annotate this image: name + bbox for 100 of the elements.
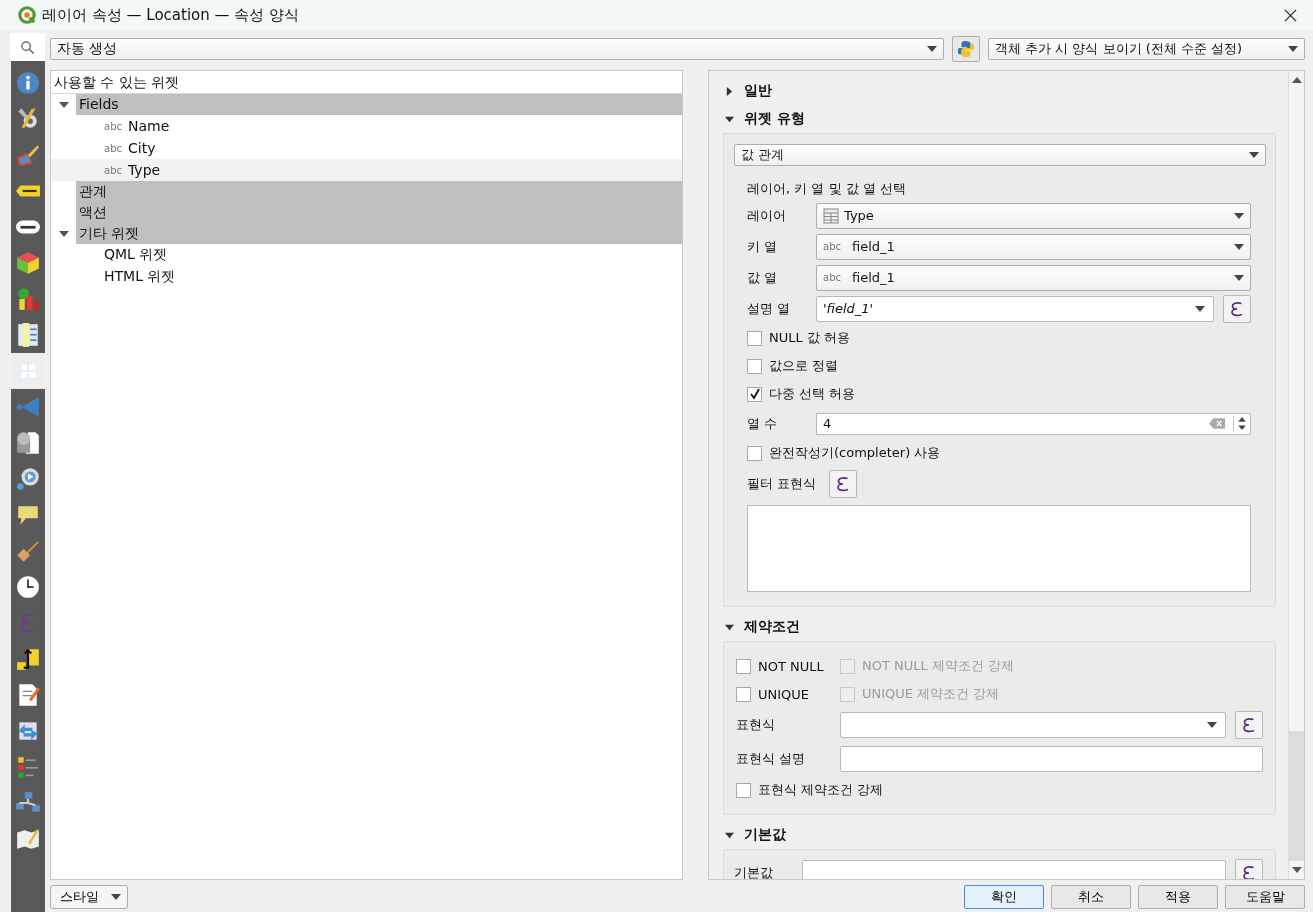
spin-box[interactable]: 4: [816, 412, 1251, 435]
expression-button[interactable]: [829, 470, 858, 498]
chart-icon: [15, 286, 41, 312]
expression-button[interactable]: [1223, 294, 1251, 323]
tree-item-label: City: [128, 140, 156, 156]
legend-icon: [15, 754, 41, 780]
checkbox-label: 완전작성기(completer) 사용: [769, 444, 941, 462]
expression-button[interactable]: [1235, 859, 1263, 879]
checkbox-label: 표현식 제약조건 강제: [758, 781, 884, 799]
form-mode-dropdown[interactable]: 자동 생성: [50, 38, 944, 60]
dialog-button[interactable]: 확인: [964, 885, 1044, 909]
checkbox-label: NOT NULL 제약조건 강제: [862, 657, 1015, 675]
search-icon: [20, 39, 35, 55]
snake-logo-icon: [957, 40, 975, 58]
expand-arrow-icon[interactable]: [725, 830, 734, 840]
triangle-icon: [15, 394, 41, 420]
checkbox-label: 다중 선택 허용: [769, 385, 856, 403]
section-title[interactable]: 일반: [744, 82, 772, 100]
scrollbar[interactable]: [1288, 71, 1304, 879]
tree-item[interactable]: abc City: [51, 137, 682, 159]
checkbox-label: NULL 값 허용: [769, 329, 850, 347]
checkbox[interactable]: [747, 330, 762, 346]
tree-item[interactable]: abc Type: [51, 159, 682, 181]
checkbox-label: NOT NULL: [758, 658, 824, 674]
field-label: 레이어: [747, 206, 787, 225]
type-tag: abc: [104, 142, 122, 154]
cube-icon: [15, 250, 41, 276]
form-display-dropdown[interactable]: 객체 추가 시 양식 보이기 (전체 수준 설정): [988, 38, 1305, 60]
checkbox[interactable]: [736, 686, 751, 702]
checkbox[interactable]: [747, 358, 762, 374]
checkbox[interactable]: [736, 658, 751, 674]
field-label: 키 열: [747, 237, 779, 256]
tree-item-label: QML 위젯: [104, 246, 168, 264]
description-field[interactable]: [840, 746, 1263, 772]
type-tag: abc: [104, 120, 122, 132]
widget-type-dropdown[interactable]: 값 관계: [734, 144, 1266, 166]
checkbox[interactable]: [747, 445, 762, 461]
default-value-field[interactable]: [802, 860, 1226, 879]
dialog-button[interactable]: 적용: [1138, 885, 1218, 909]
type-tag: abc: [823, 272, 841, 283]
checkbox-label: 값으로 정렬: [769, 357, 839, 375]
checkbox-label: UNIQUE 제약조건 강제: [862, 685, 1000, 703]
field-label: 열 수: [747, 414, 779, 433]
caret-icon: [1234, 274, 1244, 281]
expand-arrow-icon[interactable]: [725, 622, 734, 632]
section-title[interactable]: 기본값: [744, 826, 786, 844]
tree-item[interactable]: QML 위젯: [51, 244, 682, 266]
script-button[interactable]: [952, 36, 980, 62]
dialog-button[interactable]: 도움말: [1225, 885, 1305, 909]
checkbox-label: UNIQUE: [758, 686, 810, 702]
scroll-up-icon[interactable]: [1291, 77, 1302, 83]
field-label: 설명 열: [747, 299, 792, 318]
field-label: 기본값: [734, 864, 774, 879]
field-label: 값 열: [747, 268, 779, 287]
section-title[interactable]: 위젯 유형: [744, 110, 805, 128]
style-dropdown-button[interactable]: 스타일: [50, 885, 128, 909]
window-title: 레이어 속성 — Location — 속성 양식: [42, 5, 301, 25]
layer-dropdown[interactable]: Type: [816, 202, 1251, 229]
caret-icon: [1195, 305, 1205, 312]
tree-item-label: Type: [128, 162, 161, 178]
expand-arrow-icon[interactable]: [725, 86, 734, 96]
scroll-down-icon[interactable]: [1291, 867, 1302, 873]
tree-group-item[interactable]: 관계: [76, 181, 682, 202]
upload-icon: [15, 646, 41, 672]
app-logo-icon: [18, 6, 36, 24]
info-icon: [15, 70, 41, 96]
caret-icon: [1234, 243, 1244, 250]
checkbox[interactable]: [747, 386, 762, 402]
table-icon: [823, 207, 839, 224]
tree-item[interactable]: HTML 위젯: [51, 266, 682, 288]
tree-item[interactable]: abc Name: [51, 115, 682, 137]
expression-dropdown[interactable]: 'field_1': [816, 295, 1214, 322]
tree-group-item[interactable]: Fields: [76, 94, 682, 115]
type-tag: abc: [823, 241, 841, 252]
field-label: 표현식 설명: [736, 750, 807, 768]
checkbox[interactable]: [736, 782, 751, 798]
tree-item-label: HTML 위젯: [104, 268, 176, 286]
expand-arrow-icon[interactable]: [59, 228, 69, 239]
close-icon[interactable]: [1284, 8, 1297, 22]
brush-icon: [15, 538, 41, 564]
tree-group-item[interactable]: 액션: [76, 202, 682, 223]
type-tag: abc: [104, 164, 122, 176]
clock-icon: [15, 574, 41, 600]
search-button[interactable]: [10, 33, 45, 61]
list-form-icon: [15, 322, 41, 348]
tree-group-item[interactable]: 기타 위젯: [76, 223, 682, 244]
caret-icon: [1288, 46, 1298, 52]
field-dropdown[interactable]: abc field_1: [816, 264, 1251, 291]
gear-play-icon: [15, 466, 41, 492]
expand-arrow-icon[interactable]: [725, 114, 734, 124]
expand-arrow-icon[interactable]: [59, 99, 69, 110]
caret-icon: [1207, 722, 1217, 728]
field-dropdown[interactable]: abc field_1: [816, 233, 1251, 260]
caret-icon: [1249, 152, 1259, 158]
scrollbar-thumb[interactable]: [1289, 731, 1304, 861]
dialog-button[interactable]: 취소: [1051, 885, 1131, 909]
caret-icon: [111, 894, 121, 900]
expression-button[interactable]: [1235, 711, 1263, 739]
field-label: 필터 표현식: [747, 475, 817, 493]
section-title[interactable]: 제약조건: [744, 618, 800, 636]
